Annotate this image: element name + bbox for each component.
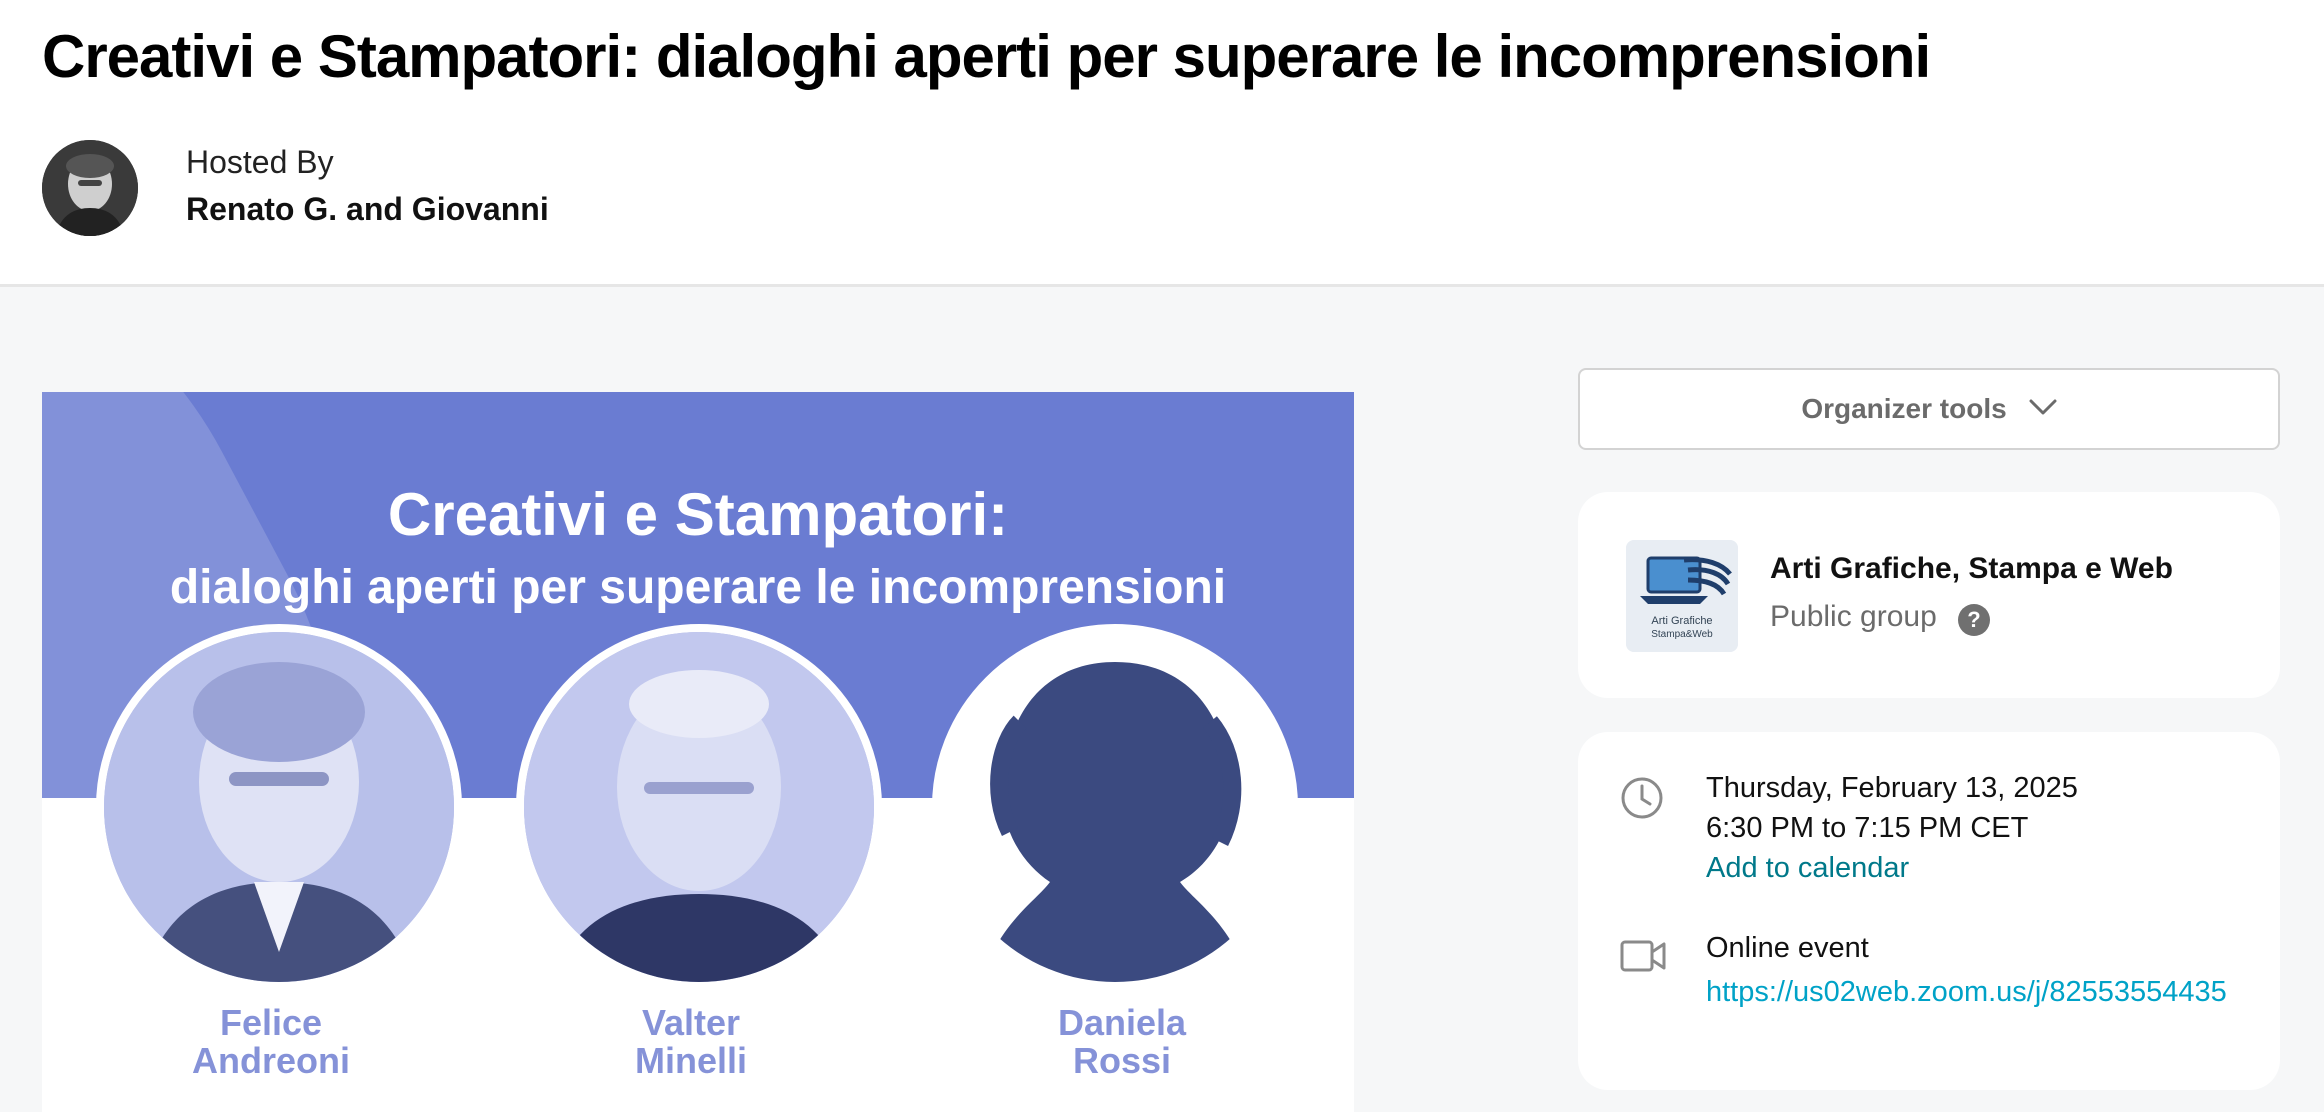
speaker-last-name: Andreoni xyxy=(192,1040,350,1081)
speaker-name-1: Felice Andreoni xyxy=(111,1004,431,1080)
speaker-last-name: Minelli xyxy=(634,1040,747,1081)
group-logo-text-2: Stampa&Web xyxy=(1651,629,1713,640)
speaker-name-3: Daniela Rossi xyxy=(962,1004,1282,1080)
event-details-card: Thursday, February 13, 2025 6:30 PM to 7… xyxy=(1578,732,2280,1090)
online-event-link[interactable]: https://us02web.zoom.us/j/82553554435 xyxy=(1706,972,2246,1012)
image-title-line-2: dialoghi aperti per superare le incompre… xyxy=(169,561,1227,614)
group-logo-text-1: Arti Grafiche xyxy=(1651,615,1712,627)
add-to-calendar-link[interactable]: Add to calendar xyxy=(1706,852,1909,885)
event-title: Creativi e Stampatori: dialoghi aperti p… xyxy=(42,23,1931,90)
speaker-photo-1 xyxy=(96,624,462,990)
host-avatar[interactable] xyxy=(42,140,138,236)
speaker-last-name: Rossi xyxy=(1072,1040,1172,1081)
location-type: Online event xyxy=(1706,932,1869,964)
event-time: 6:30 PM to 7:15 PM CET xyxy=(1706,812,2029,844)
video-camera-icon xyxy=(1620,936,1666,976)
organizer-tools-button[interactable]: Organizer tools xyxy=(1578,368,2280,450)
host-names[interactable]: Renato G. and Giovanni xyxy=(186,191,549,228)
group-type: Public group xyxy=(1770,600,1937,633)
organizer-tools-label: Organizer tools xyxy=(1801,393,2007,424)
avatar-photo xyxy=(42,140,138,236)
speaker-photo-2 xyxy=(516,624,882,990)
hosted-by-label: Hosted By xyxy=(186,144,334,180)
event-header: Creativi e Stampatori: dialoghi aperti p… xyxy=(0,0,2324,287)
event-date: Thursday, February 13, 2025 xyxy=(1706,772,2078,804)
chevron-down-icon xyxy=(2029,398,2057,421)
speaker-portrait-2 xyxy=(524,632,874,982)
clock-icon xyxy=(1620,776,1664,820)
group-logo[interactable]: Arti Grafiche Stampa&Web xyxy=(1626,540,1738,652)
group-card[interactable]: Arti Grafiche Stampa&Web Arti Grafiche, … xyxy=(1578,492,2280,698)
speaker-photo-3 xyxy=(932,624,1298,990)
speaker-first-name: Valter xyxy=(641,1002,741,1043)
group-logo-image: Arti Grafiche Stampa&Web xyxy=(1626,540,1738,652)
image-title-line-1: Creativi e Stampatori: xyxy=(387,481,1009,548)
speaker-silhouette-3 xyxy=(940,632,1290,982)
speaker-name-2: Valter Minelli xyxy=(531,1004,851,1080)
speaker-first-name: Daniela xyxy=(1057,1002,1187,1043)
group-name[interactable]: Arti Grafiche, Stampa e Web xyxy=(1770,552,2173,586)
speaker-first-name: Felice xyxy=(219,1002,323,1043)
event-image: Creativi e Stampatori: dialoghi aperti p… xyxy=(42,392,1354,1112)
help-icon[interactable]: ? xyxy=(1958,604,1990,636)
speaker-portrait-1 xyxy=(104,632,454,982)
